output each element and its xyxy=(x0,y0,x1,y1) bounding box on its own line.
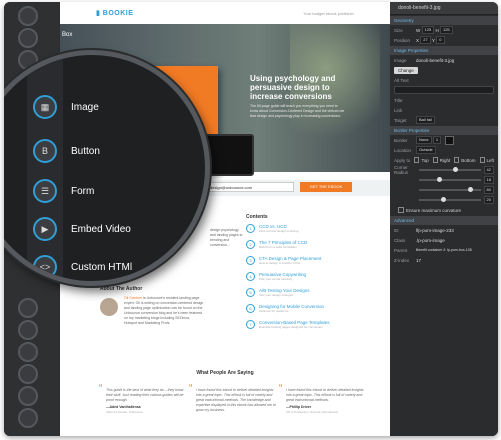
border-style-select[interactable]: None xyxy=(416,136,432,144)
x-field[interactable]: 27 xyxy=(420,36,431,44)
element-zindex: 17 xyxy=(416,257,422,263)
testimonial: “I have found this ebook to deliver deta… xyxy=(279,383,364,415)
contents-list: 1 CCD vs. UCD Find out how design is drivi… xyxy=(246,224,366,336)
video-icon: ▶ xyxy=(33,217,57,241)
advanced-section-header[interactable]: Advanced xyxy=(390,216,498,225)
author-bio: Oli Gardner is Unbounce's resident landi… xyxy=(124,296,204,325)
widget-image[interactable]: ▦ Image xyxy=(33,95,99,119)
position-row: Position X 27 Y 0 xyxy=(390,35,498,45)
chapter-number: 3 xyxy=(246,256,255,265)
element-parent: Benefit container 2: lp-pom-box-108 xyxy=(416,248,472,252)
contents-item[interactable]: 2 The 7 Principles of CCD Build from a sol… xyxy=(246,240,366,256)
radius-slider[interactable] xyxy=(419,197,481,202)
chapter-desc: Pick your words carefully xyxy=(259,277,293,281)
contents-item[interactable]: 4 Persuasive Copywriting Pick your words c… xyxy=(246,272,366,288)
y-field[interactable]: 0 xyxy=(436,36,445,44)
tool-icon[interactable] xyxy=(18,386,38,406)
alt-text-field[interactable] xyxy=(394,86,494,94)
author-name[interactable]: Oli Gardner xyxy=(124,296,142,300)
tool-icon[interactable] xyxy=(18,342,38,362)
tool-icon[interactable] xyxy=(18,320,38,340)
site-header: ▮ BOOKIE Your budget ebook publisher xyxy=(60,2,390,25)
quote-mark-icon: “ xyxy=(189,383,193,394)
contents-item[interactable]: 5 A/B Testing Your Designs Test your desig… xyxy=(246,288,366,304)
chapter-desc: Build from a solid foundation xyxy=(259,245,297,249)
border-color-swatch[interactable] xyxy=(445,135,455,145)
height-field[interactable]: 125 xyxy=(439,26,453,34)
hero-subtext: The 60-page guide will teach you everyth… xyxy=(250,104,345,118)
widget-custom-html[interactable]: <> Custom HTMl xyxy=(33,255,132,279)
chapter-desc: Optimize for platforms xyxy=(259,309,289,313)
email-field[interactable]: design@unbounce.com xyxy=(206,182,294,192)
radius-slider[interactable] xyxy=(419,177,481,182)
tagline: Your budget ebook publisher xyxy=(303,10,354,16)
border-width-field[interactable]: 1 xyxy=(432,136,442,144)
chapter-number: 6 xyxy=(246,304,255,313)
image-properties-header[interactable]: Image Properties xyxy=(390,46,498,55)
quote-mark-icon: “ xyxy=(99,383,103,394)
chapter-number: 1 xyxy=(246,224,255,233)
border-location-select[interactable]: Outside xyxy=(416,146,436,154)
tool-icon[interactable] xyxy=(18,364,38,384)
button-icon: B xyxy=(33,139,57,163)
change-image-button[interactable]: Change xyxy=(394,66,418,74)
testimonials-heading: What People Are Saying xyxy=(196,370,254,376)
chapter-number: 7 xyxy=(246,320,255,329)
code-icon: <> xyxy=(33,255,57,279)
element-class: .lp-pom-image xyxy=(416,237,445,243)
intro-text: design psychology and landing pages to b… xyxy=(210,228,243,247)
widget-form[interactable]: ☰ Form xyxy=(33,179,94,203)
width-field[interactable]: 125 xyxy=(421,26,435,34)
tool-icon[interactable] xyxy=(18,408,38,428)
border-properties-header[interactable]: Border Properties xyxy=(390,126,498,135)
chapter-desc: Find out how design is driving xyxy=(259,229,299,233)
hero-headline: Using psychology and persuasive design t… xyxy=(250,74,336,101)
tool-icon[interactable] xyxy=(18,28,38,48)
tool-icon[interactable] xyxy=(18,6,38,26)
radius-slider[interactable] xyxy=(419,187,481,192)
properties-panel: donoli-benefit-3.jpg Geometry Size W 125 … xyxy=(390,2,498,436)
chapter-desc: How to design & position CTAs xyxy=(259,261,301,265)
chapter-desc: Example landing pages designed for conve… xyxy=(259,325,323,329)
box-label: Box xyxy=(62,32,73,38)
selected-filename: donoli-benefit-3.jpg xyxy=(390,2,498,15)
image-icon: ▦ xyxy=(33,95,57,119)
ensure-curvature-checkbox[interactable] xyxy=(398,207,404,213)
image-filename: donoli-benefit-3.jpg xyxy=(416,57,455,63)
testimonial: “I have found this ebook to deliver deta… xyxy=(189,383,276,413)
contents-item[interactable]: 6 Designing for Mobile Conversion Optimize… xyxy=(246,304,366,320)
testimonial: “This guide is the best of what they do … xyxy=(99,383,184,415)
element-id: lfp-pom-image-233 xyxy=(416,227,454,233)
chapter-number: 4 xyxy=(246,272,255,281)
quote-mark-icon: “ xyxy=(279,383,283,394)
target-select[interactable]: Ball fail xyxy=(416,116,435,124)
contents-item[interactable]: 7 Conversion-Based Page Templates Example … xyxy=(246,320,366,336)
widget-button[interactable]: B Button xyxy=(33,139,100,163)
author-heading: About The Author xyxy=(100,286,143,292)
editor-window: Box ▮ BOOKIE Your budget ebook publisher… xyxy=(4,2,498,436)
tool-icon[interactable] xyxy=(18,298,38,318)
contents-item[interactable]: 3 CTA Design & Page Placement How to desig… xyxy=(246,256,366,272)
form-icon: ☰ xyxy=(33,179,57,203)
widget-embed-video[interactable]: ▶ Embed Video xyxy=(33,217,131,241)
contents-item[interactable]: 1 CCD vs. UCD Find out how design is drivi… xyxy=(246,224,366,240)
size-row: Size W 125 H 125 xyxy=(390,25,498,35)
radius-slider[interactable] xyxy=(419,167,481,172)
chapter-number: 5 xyxy=(246,288,255,297)
bookie-logo: ▮ BOOKIE xyxy=(96,10,134,17)
chapter-number: 2 xyxy=(246,240,255,249)
contents-heading: Contents xyxy=(246,214,268,220)
chapter-desc: Test your design changes xyxy=(259,293,294,297)
get-ebook-button[interactable]: GET THE EBOOK xyxy=(300,182,352,192)
author-avatar xyxy=(100,298,118,316)
geometry-section-header[interactable]: Geometry xyxy=(390,16,498,25)
